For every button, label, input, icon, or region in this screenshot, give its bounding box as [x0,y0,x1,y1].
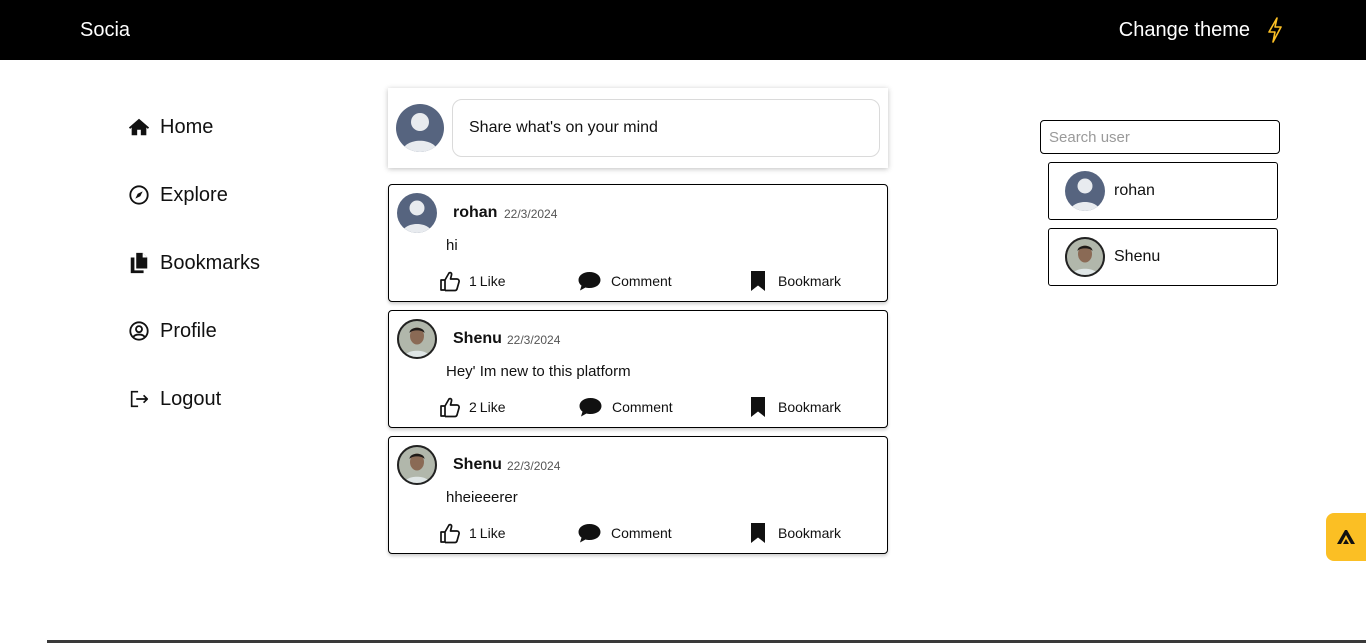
nav-label-home: Home [160,115,214,138]
nav-item-logout[interactable]: Logout [127,384,347,414]
like-label: Like [479,525,506,541]
post-author[interactable]: rohan [453,204,497,222]
nav-item-bookmarks[interactable]: Bookmarks [127,248,347,278]
comment-button[interactable]: Comment [578,396,673,418]
avatar [396,104,444,152]
post-text: hheieeerer [446,489,518,506]
like-count: 1 [469,525,477,541]
bookmark-button[interactable]: Bookmark [750,522,841,544]
like-count: 1 [469,273,477,289]
post-card: rohan 22/3/2024 hi 1 Like Comment Bookma… [388,184,888,302]
like-label: Like [479,399,506,415]
change-theme-button[interactable]: Change theme [1119,14,1284,46]
bookmark-icon [751,271,765,291]
like-button[interactable]: 2 Like [439,396,505,418]
bookmark-label: Bookmark [778,399,842,415]
user-suggestion-card[interactable]: rohan [1048,162,1278,220]
comment-button[interactable]: Comment [577,270,672,292]
floating-action-button[interactable] [1326,513,1366,561]
comment-button[interactable]: Comment [577,522,672,544]
nav-label-bookmarks: Bookmarks [160,251,261,274]
documents-icon [127,251,151,275]
bookmark-label: Bookmark [778,273,842,289]
comment-icon [578,524,601,543]
sidebar-nav: Home Explore Bookmarks Profile Logout [127,112,347,452]
post-card: Shenu 22/3/2024 Hey' Im new to this plat… [388,310,888,428]
user-circle-icon [127,319,151,343]
avatar [1065,237,1105,277]
bookmark-button[interactable]: Bookmark [750,270,841,292]
comment-icon [579,398,602,417]
bookmark-icon [751,397,765,417]
nav-label-explore: Explore [160,183,228,206]
like-label: Like [479,273,506,289]
nav-item-home[interactable]: Home [127,112,347,142]
brand-logo[interactable]: Socia [80,19,130,42]
like-count: 2 [469,399,477,415]
post-text: hi [446,237,458,254]
search-user-input[interactable] [1040,120,1280,154]
top-navbar: Socia Change theme [0,0,1366,60]
thumbs-up-icon [440,271,460,292]
bookmark-button[interactable]: Bookmark [750,396,841,418]
composer-input[interactable]: Share what's on your mind [452,99,880,157]
like-button[interactable]: 1 Like [439,522,505,544]
user-suggestion-card[interactable]: Shenu [1048,228,1278,286]
nav-label-logout: Logout [160,387,222,410]
post-date: 22/3/2024 [507,459,561,473]
user-name: rohan [1114,182,1155,199]
bookmark-icon [751,523,765,543]
bookmark-label: Bookmark [778,525,842,541]
compass-icon [127,183,151,207]
thumbs-up-icon [440,523,460,544]
post-author[interactable]: Shenu [453,330,502,348]
nav-item-profile[interactable]: Profile [127,316,347,346]
post-composer: Share what's on your mind [388,88,888,168]
post-date: 22/3/2024 [507,333,561,347]
avatar [397,445,437,485]
thumbs-up-icon [440,397,460,418]
nav-item-explore[interactable]: Explore [127,180,347,210]
comment-label: Comment [611,525,672,541]
triangle-logo-icon [1337,530,1355,544]
post-date: 22/3/2024 [504,207,558,221]
nav-label-profile: Profile [160,319,217,342]
like-button[interactable]: 1 Like [439,270,505,292]
comment-label: Comment [611,273,672,289]
comment-icon [578,272,601,291]
avatar [1065,171,1105,211]
user-name: Shenu [1114,248,1161,265]
lightning-bolt-icon [1268,17,1282,43]
comment-label: Comment [612,399,673,415]
logout-icon [127,387,151,411]
avatar [397,193,437,233]
post-card: Shenu 22/3/2024 hheieeerer 1 Like Commen… [388,436,888,554]
change-theme-label: Change theme [1118,18,1250,41]
post-author[interactable]: Shenu [453,456,502,474]
home-icon [127,115,151,139]
avatar [397,319,437,359]
post-text: Hey' Im new to this platform [446,363,631,380]
